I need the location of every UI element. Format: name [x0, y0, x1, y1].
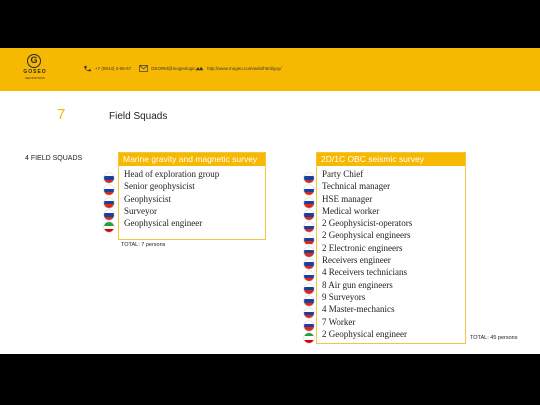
marine-survey-title: Marine gravity and magnetic survey — [119, 153, 265, 166]
crew-item: 9 Surveyors — [322, 291, 366, 302]
slide-title: Field Squads — [109, 111, 168, 122]
logo-mark: G — [27, 54, 41, 68]
russia-flag — [304, 222, 314, 233]
slide: G GOSEO GEOPHYSICS +7 (8914) 3-65-67 GEO… — [0, 48, 540, 354]
phone-number: +7 (8914) 3-65-67 — [95, 66, 132, 71]
seismic-total: TOTAL: 45 persons — [470, 335, 518, 341]
russia-flag — [304, 234, 314, 245]
seismic-survey-title: 2D/1C OBC seismic survey — [317, 153, 465, 166]
russia-flag — [104, 185, 114, 196]
email-contact: GEORM@mogeologic.ru — [139, 65, 201, 72]
crew-item: 2 Electronic engineers — [322, 242, 403, 253]
web-icon — [195, 66, 204, 71]
company-logo[interactable]: G GOSEO GEOPHYSICS — [18, 54, 52, 86]
crew-item: Surveyor — [124, 205, 157, 216]
crew-item: Medical worker — [322, 205, 380, 216]
crew-item: Geophysicist — [124, 193, 171, 204]
phone-icon — [84, 65, 91, 72]
phone-contact: +7 (8914) 3-65-67 — [83, 65, 131, 72]
crew-item: 8 Air gun engineers — [322, 279, 393, 290]
marine-crew-list: Head of exploration group Senior geophysi… — [119, 166, 265, 229]
russia-flag — [104, 197, 114, 208]
russia-flag — [304, 271, 314, 282]
iran-flag — [104, 222, 114, 233]
iran-flag — [304, 332, 314, 343]
crew-item: Receivers engineer — [322, 255, 391, 266]
seismic-crew-list: Party Chief Technical manager HSE manager M… — [317, 166, 465, 340]
crew-item: Technical manager — [322, 181, 391, 192]
russia-flag — [304, 185, 314, 196]
russia-flag — [304, 209, 314, 220]
russia-flag — [304, 283, 314, 294]
marine-survey-panel: Marine gravity and magnetic survey Head … — [118, 152, 266, 240]
logo-word: GOSEO — [23, 69, 47, 75]
mail-icon — [139, 65, 148, 72]
website-url[interactable]: http://www.mogeo.com/web/html/goy/ — [207, 66, 282, 71]
russia-flag — [304, 259, 314, 270]
crew-item: HSE manager — [322, 193, 373, 204]
crew-item: Party Chief — [322, 169, 364, 179]
header-bar: G GOSEO GEOPHYSICS +7 (8914) 3-65-67 GEO… — [0, 48, 540, 91]
logo-subtitle: GEOPHYSICS — [25, 76, 45, 80]
russia-flag — [104, 209, 114, 220]
seismic-survey-panel: 2D/1C OBC seismic survey Party Chief Tech… — [316, 152, 466, 344]
website-contact: http://www.mogeo.com/web/html/goy/ — [195, 65, 282, 72]
crew-item: 2 Geophysicist-operators — [322, 218, 413, 229]
slide-number: 7 — [57, 106, 66, 123]
crew-item: Head of exploration group — [124, 169, 220, 179]
email-address[interactable]: GEORM@mogeologic.ru — [151, 66, 201, 71]
marine-total: TOTAL: 7 persons — [121, 242, 166, 248]
russia-flag — [104, 173, 114, 183]
crew-item: 7 Worker — [322, 316, 356, 327]
russia-flag — [304, 197, 314, 208]
squads-label: 4 FIELD SQUADS — [25, 155, 83, 162]
crew-item: Geophysical engineer — [124, 218, 203, 229]
crew-item: Senior geophysicist — [124, 181, 195, 192]
russia-flag — [304, 320, 314, 331]
crew-item: 2 Geophysical engineers — [322, 230, 411, 241]
russia-flag — [304, 296, 314, 306]
crew-item: 2 Geophysical engineer — [322, 328, 407, 339]
russia-flag — [304, 246, 314, 257]
russia-flag — [304, 308, 314, 319]
crew-item: 4 Master-mechanics — [322, 304, 395, 315]
crew-item: 4 Receivers technicians — [322, 267, 407, 278]
russia-flag — [304, 173, 314, 183]
